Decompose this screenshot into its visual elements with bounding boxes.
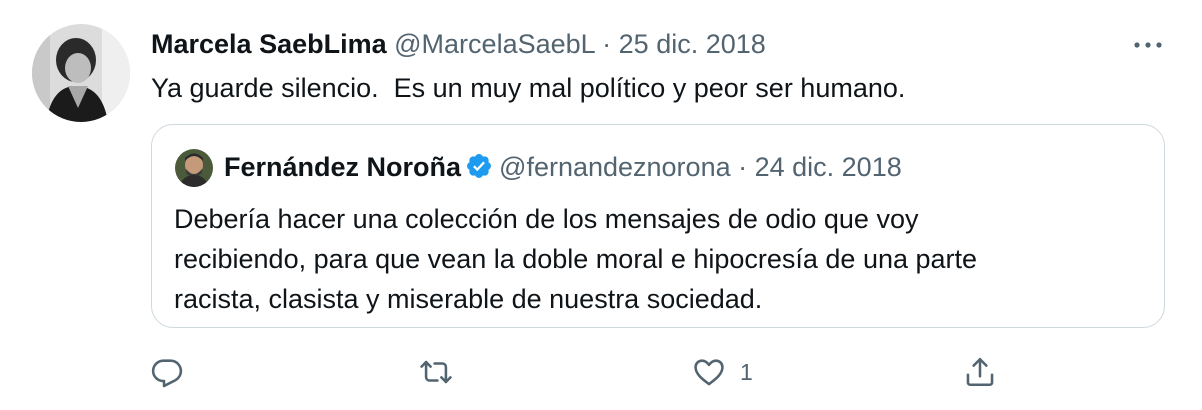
tweet-text: Ya guarde silencio. Es un muy mal políti…: [151, 73, 906, 103]
share-button[interactable]: [963, 352, 997, 392]
quoted-tweet-header: Fernández Noroña @fernandeznorona · 24 di…: [224, 150, 902, 184]
author-name[interactable]: Marcela SaebLima: [151, 29, 387, 59]
quoted-tweet-text: Debería hacer una colección de los mensa…: [174, 199, 1134, 319]
heart-icon: [694, 359, 724, 386]
quoted-author-avatar[interactable]: [175, 149, 213, 187]
verified-badge-icon: [465, 152, 493, 180]
author-handle[interactable]: @MarcelaSaebL: [394, 29, 595, 59]
more-options-button[interactable]: [1128, 30, 1168, 60]
author-avatar[interactable]: [32, 24, 130, 122]
reply-button[interactable]: [150, 352, 184, 392]
tweet-actions: 1: [0, 352, 1202, 392]
share-icon: [966, 357, 994, 387]
more-dots-icon: [1134, 42, 1162, 48]
quoted-text-line: Debería hacer una colección de los mensa…: [174, 204, 919, 234]
like-button[interactable]: 1: [692, 352, 753, 392]
like-count: 1: [740, 358, 753, 385]
quoted-text-line: recibiendo, para que vean la doble moral…: [174, 244, 978, 274]
quoted-tweet[interactable]: Fernández Noroña @fernandeznorona · 24 di…: [151, 124, 1165, 328]
tweet-date[interactable]: 25 dic. 2018: [619, 29, 766, 59]
header-separator: ·: [594, 29, 619, 59]
quoted-text-line: racista, clasista y miserable de nuestra…: [174, 284, 763, 314]
quoted-author-name[interactable]: Fernández Noroña: [224, 152, 461, 182]
retweet-icon: [420, 360, 452, 384]
quoted-author-handle[interactable]: @fernandeznorona: [499, 152, 731, 182]
tweet: Marcela SaebLima @MarcelaSaebL · 25 dic.…: [0, 0, 1202, 410]
quoted-header-separator: ·: [730, 152, 755, 182]
tweet-header: Marcela SaebLima @MarcelaSaebL · 25 dic.…: [151, 28, 766, 60]
retweet-button[interactable]: [418, 352, 454, 392]
reply-icon: [151, 359, 183, 388]
quoted-tweet-date[interactable]: 24 dic. 2018: [755, 152, 902, 182]
